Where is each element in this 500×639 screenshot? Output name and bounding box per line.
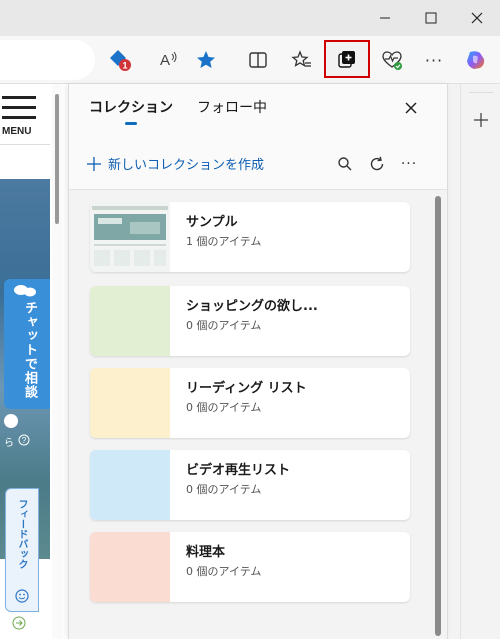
collections-icon [338,51,355,68]
read-aloud-icon: A [160,51,177,69]
web-page-content: MENU チャットで相談 ら ? フィードバック [0,84,68,639]
tab-following[interactable]: フォロー中 [197,97,267,117]
close-window-button[interactable] [454,0,500,36]
search-collections-button[interactable] [333,152,357,176]
collections-button[interactable] [324,40,370,78]
title-bar [0,0,500,36]
close-icon [405,102,417,114]
sidebar-divider [469,92,493,93]
collection-title: 料理本 [186,545,226,560]
maximize-icon [425,12,437,24]
collection-item-count: 1 個のアイテム [186,235,262,248]
feedback-button[interactable]: フィードバック [5,488,39,612]
maximize-button[interactable] [408,0,454,36]
minimize-icon [380,17,390,19]
hamburger-icon [2,96,36,99]
read-aloud-button[interactable]: A [152,44,184,76]
close-icon [471,12,483,24]
refresh-icon [370,156,384,171]
split-screen-button[interactable] [242,44,274,76]
favorites-list-icon [291,50,311,67]
chat-bubbles-icon [14,285,36,297]
settings-more-button[interactable]: ··· [418,44,450,76]
collections-panel: コレクション フォロー中 新しいコレクションを作成 ··· サンプル 1 個のア… [68,84,448,639]
collection-item-count: 0 個のアイテム [186,401,262,414]
minimize-button[interactable] [362,0,408,36]
tracking-badge: 1 [122,61,127,71]
copilot-button[interactable] [460,44,492,76]
page-scrollbar-thumb[interactable] [55,94,59,224]
more-dots-icon: ··· [424,50,444,70]
heart-pulse-icon [382,51,402,70]
new-collection-button[interactable]: 新しいコレクションを作成 [87,154,264,173]
search-icon[interactable] [4,414,18,428]
arrow-circle-icon[interactable] [12,616,26,630]
svg-text:A: A [160,52,170,69]
plus-icon [474,113,488,127]
svg-text:?: ? [22,436,27,445]
collection-card[interactable]: 料理本 0 個のアイテム [90,532,410,602]
close-panel-button[interactable] [399,96,423,120]
plus-icon [87,156,101,171]
collection-title: ビデオ再生リスト [186,463,291,478]
star-filled-icon [197,51,215,68]
collection-item-count: 0 個のアイテム [186,319,262,332]
collection-title: リーディング リスト [186,381,307,396]
smile-icon [15,589,29,603]
help-icon[interactable]: ? [18,434,30,446]
more-dots-icon: ··· [400,156,418,172]
browser-toolbar: 1 A ··· [0,36,500,84]
collection-title: サンプル [186,215,238,230]
sync-button[interactable] [365,152,389,176]
panel-scrollbar[interactable] [435,196,441,636]
tab-collections[interactable]: コレクション [89,97,173,117]
collection-thumbnail [90,202,170,272]
collections-panel-header: コレクション フォロー中 [69,84,447,136]
browser-essentials-button[interactable] [376,44,408,76]
webpage-thumbnail-image [90,202,170,272]
address-bar[interactable] [0,40,95,80]
collection-thumbnail [90,532,170,602]
collection-card[interactable]: サンプル 1 個のアイテム [90,202,410,272]
copilot-icon [467,51,485,69]
sidebar-add-button[interactable] [469,108,493,132]
collection-card[interactable]: ビデオ再生リスト 0 個のアイテム [90,450,410,520]
favorites-button[interactable] [286,44,318,76]
tracking-prevention-button[interactable]: 1 [104,44,136,76]
favorite-star-button[interactable] [190,44,222,76]
menu-button[interactable]: MENU [0,90,40,140]
feedback-label: フィードバック [16,499,27,569]
collection-card[interactable]: リーディング リスト 0 個のアイテム [90,368,410,438]
chat-consult-button[interactable]: チャットで相談 [4,279,50,409]
search-icon [338,157,352,171]
collection-card[interactable]: ショッピングの欲し... 0 個のアイテム [90,286,410,356]
collection-item-count: 0 個のアイテム [186,483,262,496]
page-scrollbar[interactable] [52,84,62,639]
tracking-prevention-icon: 1 [110,50,131,71]
collections-more-button[interactable]: ··· [397,152,421,176]
collection-thumbnail [90,286,170,356]
active-tab-indicator [125,122,137,125]
sidebar-strip [460,84,500,639]
collections-action-bar: 新しいコレクションを作成 ··· [69,136,447,190]
divider [0,144,50,145]
new-collection-label: 新しいコレクションを作成 [108,158,265,173]
collection-title: ショッピングの欲し... [186,299,318,314]
split-screen-icon [249,52,267,68]
collection-thumbnail [90,450,170,520]
ra-text: ら [4,438,14,449]
menu-label: MENU [2,126,32,137]
collection-thumbnail [90,368,170,438]
chat-label: チャットで相談 [22,301,37,399]
collection-item-count: 0 個のアイテム [186,565,262,578]
